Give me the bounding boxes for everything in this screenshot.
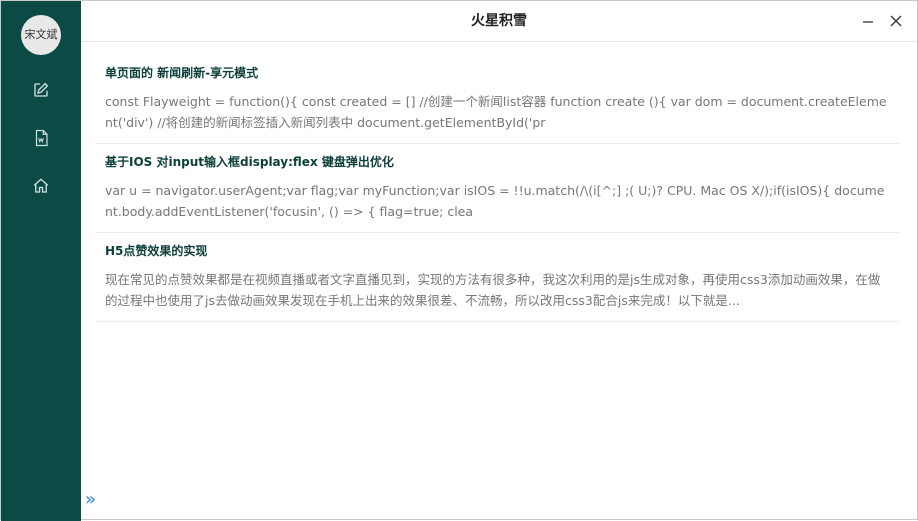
home-icon[interactable]	[31, 176, 51, 196]
minimize-button[interactable]	[859, 12, 877, 30]
list-item[interactable]: 基于IOS 对input输入框display:flex 键盘弹出优化 var u…	[95, 144, 899, 233]
window-title: 火星积雪	[471, 13, 527, 29]
article-title[interactable]: 基于IOS 对input输入框display:flex 键盘弹出优化	[105, 154, 889, 170]
list-item[interactable]: 单页面的 新闻刷新-享元模式 const Flayweight = functi…	[95, 55, 899, 144]
article-title[interactable]: H5点赞效果的实现	[105, 243, 889, 259]
app-window: 宋文斌 » 火星积雪 单页面的 新闻刷新-享元模式 const Flayweig…	[0, 0, 918, 521]
document-icon[interactable]	[31, 128, 51, 148]
article-excerpt: const Flayweight = function(){ const cre…	[105, 94, 887, 130]
article-excerpt: 现在常见的点赞效果都是在视频直播或者文字直播见到，实现的方法有很多种，我这次利用…	[105, 272, 881, 308]
article-excerpt: var u = navigator.userAgent;var flag;var…	[105, 183, 885, 219]
sidebar: 宋文斌	[1, 1, 81, 521]
article-list: 单页面的 新闻刷新-享元模式 const Flayweight = functi…	[95, 55, 899, 322]
edit-icon[interactable]	[31, 80, 51, 100]
article-title[interactable]: 单页面的 新闻刷新-享元模式	[105, 65, 889, 81]
close-button[interactable]	[887, 12, 905, 30]
minimize-icon	[863, 21, 873, 23]
list-item[interactable]: H5点赞效果的实现 现在常见的点赞效果都是在视频直播或者文字直播见到，实现的方法…	[95, 233, 899, 322]
expand-sidebar-button[interactable]: »	[85, 491, 101, 509]
avatar[interactable]: 宋文斌	[21, 15, 61, 55]
close-icon	[890, 15, 902, 27]
title-bar: 火星积雪	[81, 1, 917, 42]
